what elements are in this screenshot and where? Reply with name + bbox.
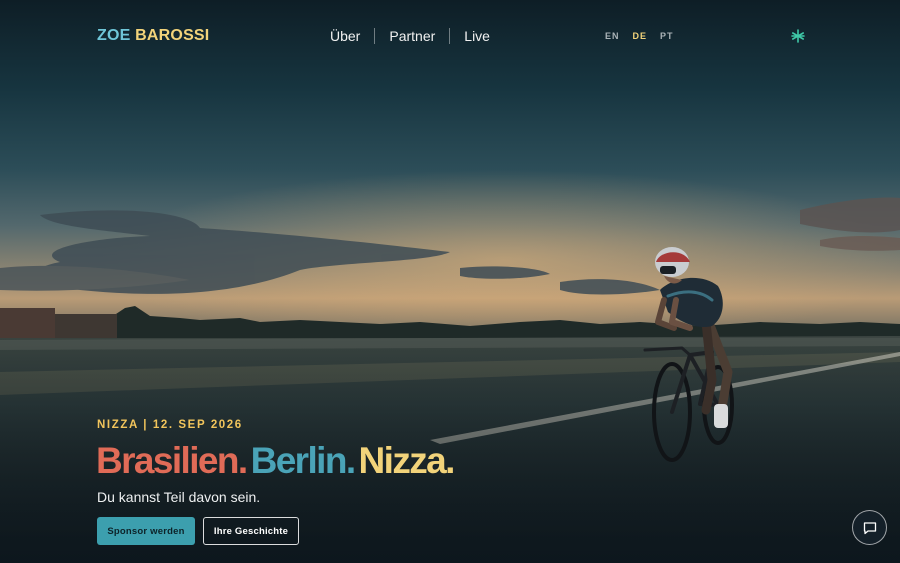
logo-first-name: ZOE bbox=[97, 27, 131, 44]
lang-pt[interactable]: PT bbox=[660, 31, 674, 41]
lang-en[interactable]: EN bbox=[605, 31, 620, 41]
main-menu: Über Partner Live bbox=[316, 26, 504, 46]
chat-button[interactable] bbox=[852, 510, 887, 545]
headline-word-nizza: Nizza. bbox=[358, 440, 456, 481]
sponsor-button[interactable]: Sponsor werden bbox=[97, 517, 195, 545]
top-navigation: ZOE BAROSSI Über Partner Live EN DE PT bbox=[0, 0, 900, 72]
headline-word-brasilien: Brasilien. bbox=[96, 440, 248, 481]
menu-item-live[interactable]: Live bbox=[450, 26, 504, 46]
hero-subline: Du kannst Teil davon sein. bbox=[97, 489, 261, 505]
logo-last-name: BAROSSI bbox=[135, 27, 210, 44]
event-eyebrow: NIZZA | 12. SEP 2026 bbox=[97, 419, 243, 431]
asterisk-social-icon[interactable] bbox=[790, 28, 806, 44]
chat-bubble-icon bbox=[863, 521, 876, 534]
story-button[interactable]: Ihre Geschichte bbox=[203, 517, 299, 545]
language-switcher: EN DE PT bbox=[605, 31, 674, 41]
site-logo[interactable]: ZOE BAROSSI bbox=[97, 27, 209, 45]
menu-item-ueber[interactable]: Über bbox=[316, 26, 374, 46]
asterisk-icon bbox=[791, 29, 805, 43]
hero-section: ZOE BAROSSI Über Partner Live EN DE PT N… bbox=[0, 0, 900, 563]
lang-de[interactable]: DE bbox=[633, 31, 648, 41]
headline-word-berlin: Berlin. bbox=[250, 440, 357, 481]
hero-headline: Brasilien. Berlin. Nizza. bbox=[96, 440, 456, 482]
menu-item-partner[interactable]: Partner bbox=[375, 26, 449, 46]
